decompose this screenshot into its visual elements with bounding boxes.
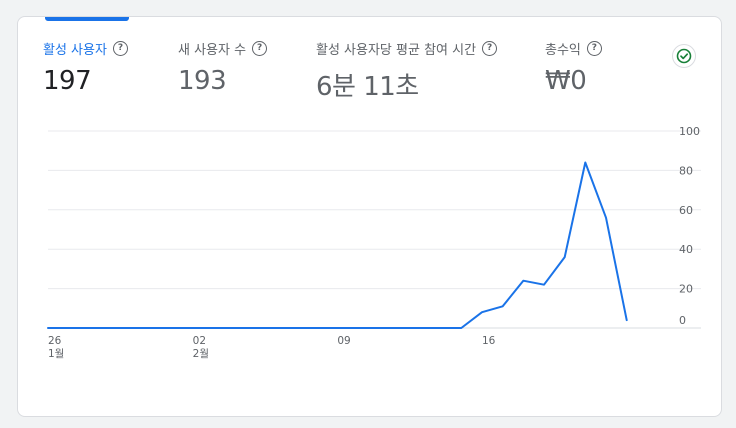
x-tick-label: 26 [48, 335, 62, 347]
y-tick-label: 80 [679, 164, 693, 177]
y-tick-label: 60 [679, 204, 693, 217]
y-tick-label: 40 [679, 243, 693, 256]
x-tick-label: 09 [337, 335, 350, 347]
x-tick-month-label: 2월 [193, 348, 209, 360]
x-tick-label: 16 [482, 335, 496, 347]
series-line-active-users [47, 161, 628, 329]
metrics-card: 활성 사용자 ? 197 새 사용자 수 ? 193 활성 사용자당 평균 참여… [17, 16, 722, 417]
x-tick-month-label: 1월 [48, 348, 64, 360]
x-tick-label: 02 [193, 335, 206, 347]
y-tick-label: 100 [679, 125, 700, 138]
y-tick-label: 20 [679, 283, 693, 296]
line-chart: 100 80 60 40 20 0 261월 022월 09 16 [47, 125, 701, 360]
y-tick-label: 0 [679, 314, 686, 327]
